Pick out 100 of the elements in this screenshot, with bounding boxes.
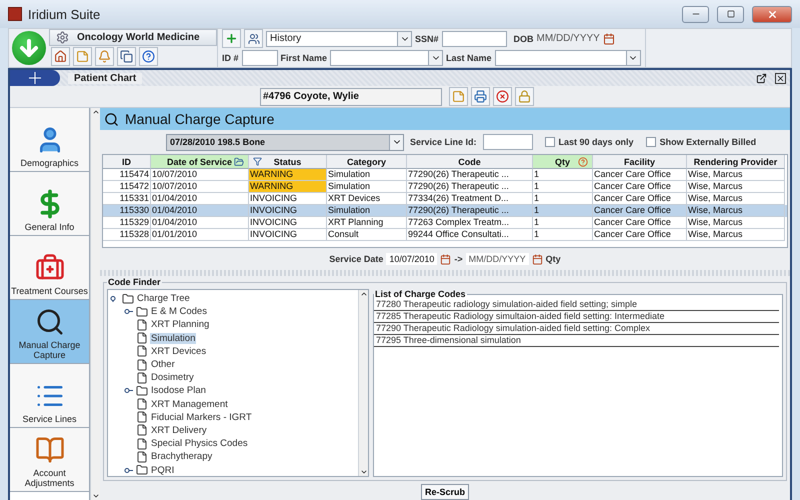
tree-item[interactable]: Simulation <box>150 332 196 344</box>
tree-item[interactable]: E & M Codes <box>150 306 208 318</box>
scrollbar[interactable] <box>90 108 100 500</box>
close-icon <box>766 8 778 20</box>
ssn-label: SSN# <box>415 34 439 44</box>
qty-label: Qty <box>546 254 561 264</box>
patient-name-field: #4796 Coyote, Wylie <box>260 88 442 106</box>
scroll-up-icon <box>92 108 100 116</box>
tree-item[interactable]: Fiducial Markers - IGRT <box>150 412 253 423</box>
tree-item[interactable]: Charge Tree <box>136 293 191 304</box>
scrollbar[interactable] <box>358 290 368 476</box>
calendar-icon[interactable] <box>440 254 452 264</box>
print-button[interactable] <box>471 87 490 106</box>
service-date-field[interactable]: 10/07/2010 <box>386 253 438 265</box>
table-row[interactable]: 115330 01/04/2010 INVOICING Simulation 77290(26) Therapeutic ... 1 Cancer Care Office Wise, Marcus <box>103 205 787 217</box>
table-cell: Wise, Marcus <box>687 181 785 193</box>
re-scrub-button[interactable]: Re-Scrub <box>420 484 469 500</box>
help-button[interactable] <box>139 47 158 66</box>
close-button[interactable] <box>752 6 792 22</box>
file-icon <box>136 318 148 331</box>
patient-list-button[interactable] <box>244 29 263 48</box>
sidebar-item[interactable]: Treatment Courses <box>10 236 89 300</box>
column-header[interactable]: Category <box>327 155 407 169</box>
column-header[interactable]: Date of Service <box>151 155 249 169</box>
tree-item[interactable]: XRT Planning <box>150 319 210 330</box>
note-button[interactable] <box>449 87 468 106</box>
tree-item[interactable]: XRT Delivery <box>150 424 208 436</box>
table-row[interactable]: 115329 01/04/2010 INVOICING XRT Planning 77263 Complex Treatm... 1 Cancer Care Office Wise, Marcus <box>103 217 787 229</box>
practice-button[interactable]: Oncology World Medicine <box>49 29 217 46</box>
column-header[interactable]: Code <box>407 155 533 169</box>
collapsed-handle-icon[interactable] <box>124 466 133 474</box>
history-dropdown[interactable]: History <box>266 30 412 46</box>
ssn-field[interactable] <box>442 30 507 46</box>
service-line-field[interactable] <box>482 134 533 150</box>
close-icon[interactable] <box>775 72 786 84</box>
table-cell: INVOICING <box>249 229 327 241</box>
sidebar-item[interactable]: Manual Charge Capture <box>10 300 89 364</box>
arrow-text: -> <box>454 254 463 264</box>
tree-item[interactable]: XRT Management <box>150 398 229 410</box>
sidebar-item[interactable]: General Info <box>10 172 89 236</box>
sidebar-item[interactable]: Demographics <box>10 108 89 172</box>
maximize-button[interactable] <box>717 6 744 22</box>
charge-code-item[interactable]: 77285 Therapeutic Radiology simultaion-aided field setting: Intermediate <box>374 311 779 323</box>
tree-item[interactable]: Dosimetry <box>150 372 195 384</box>
column-header[interactable]: ID <box>103 155 151 169</box>
table-row[interactable]: 115328 01/01/2010 INVOICING Consult 99244 Office Consultati... 1 Cancer Care Office Wise, Marcus <box>103 229 787 241</box>
folder-icon <box>136 306 148 318</box>
home-button[interactable] <box>51 47 70 66</box>
tree-item[interactable]: Special Physics Codes <box>150 438 249 450</box>
charge-code-item[interactable]: 77280 Therapeutic radiology simulation-aided field setting; simple <box>374 299 779 311</box>
add-button[interactable] <box>222 29 241 48</box>
scroll-down-icon <box>92 492 100 500</box>
column-header[interactable]: Status <box>249 155 327 169</box>
calendar-icon[interactable] <box>602 32 615 44</box>
id-field[interactable] <box>242 50 278 66</box>
tree-item[interactable]: PQRI <box>150 464 176 476</box>
calendar-icon[interactable] <box>532 254 543 264</box>
alert-bell-button[interactable] <box>95 47 114 66</box>
table-cell: 1 <box>533 181 593 193</box>
table-cell: 115474 <box>103 169 151 181</box>
cancel-button[interactable] <box>493 87 512 106</box>
printer-icon <box>474 90 487 103</box>
file-icon <box>136 332 148 344</box>
tree-item[interactable]: Brachytherapy <box>150 451 214 462</box>
collapsed-handle-icon[interactable] <box>124 387 133 394</box>
column-header[interactable]: Rendering Provider <box>687 155 785 169</box>
end-date-field[interactable]: MM/DD/YYYY <box>466 253 529 265</box>
file-icon <box>136 398 148 410</box>
charge-code-item[interactable]: 77290 Therapeutic Radiology simulation-aided field setting: Complex <box>374 323 779 335</box>
windows-button[interactable] <box>117 47 136 66</box>
charge-code-item[interactable]: 77295 Three-dimensional simulation <box>374 335 779 347</box>
sidebar-item[interactable]: Service Lines <box>10 364 89 428</box>
plus-icon <box>225 32 238 45</box>
code-finder-title: Code Finder <box>107 277 162 287</box>
dob-field[interactable]: MM/DD/YYYY <box>536 33 600 44</box>
folder-icon <box>136 464 148 476</box>
scroll-down-icon <box>360 468 368 476</box>
cancel-icon <box>496 90 509 103</box>
lock-button[interactable] <box>515 87 534 106</box>
table-row[interactable]: 115472 10/07/2010 WARNING Simulation 77290(26) Therapeutic ... 1 Cancer Care Office Wise, Marcus <box>103 181 787 193</box>
arrow-down-icon <box>17 36 41 60</box>
column-header[interactable]: Facility <box>593 155 687 169</box>
checkbox[interactable]: Show Externally Billed <box>646 137 756 147</box>
table-cell: 1 <box>533 169 593 181</box>
tree-item[interactable]: Other <box>150 359 176 370</box>
frame-title: Patient Chart <box>68 72 142 84</box>
note-button[interactable] <box>73 47 92 66</box>
collapsed-handle-icon[interactable] <box>124 308 133 316</box>
table-cell: Wise, Marcus <box>687 169 785 181</box>
course-dropdown[interactable]: 07/28/2010 198.5 Bone <box>166 134 404 150</box>
tree-item[interactable]: Isodose Plan <box>150 385 207 396</box>
tree-item[interactable]: XRT Devices <box>150 346 208 357</box>
column-header[interactable]: Qty <box>533 155 593 169</box>
table-row[interactable]: 115474 10/07/2010 WARNING Simulation 77290(26) Therapeutic ... 1 Cancer Care Office Wise, Marcus <box>103 169 787 181</box>
checkbox[interactable]: Last 90 days only <box>544 137 634 147</box>
minimize-button[interactable] <box>682 6 709 22</box>
sidebar-item[interactable]: Account Adjustments <box>10 428 89 492</box>
note-icon <box>452 90 465 103</box>
folder-icon <box>122 292 134 305</box>
undock-icon[interactable] <box>756 72 767 84</box>
